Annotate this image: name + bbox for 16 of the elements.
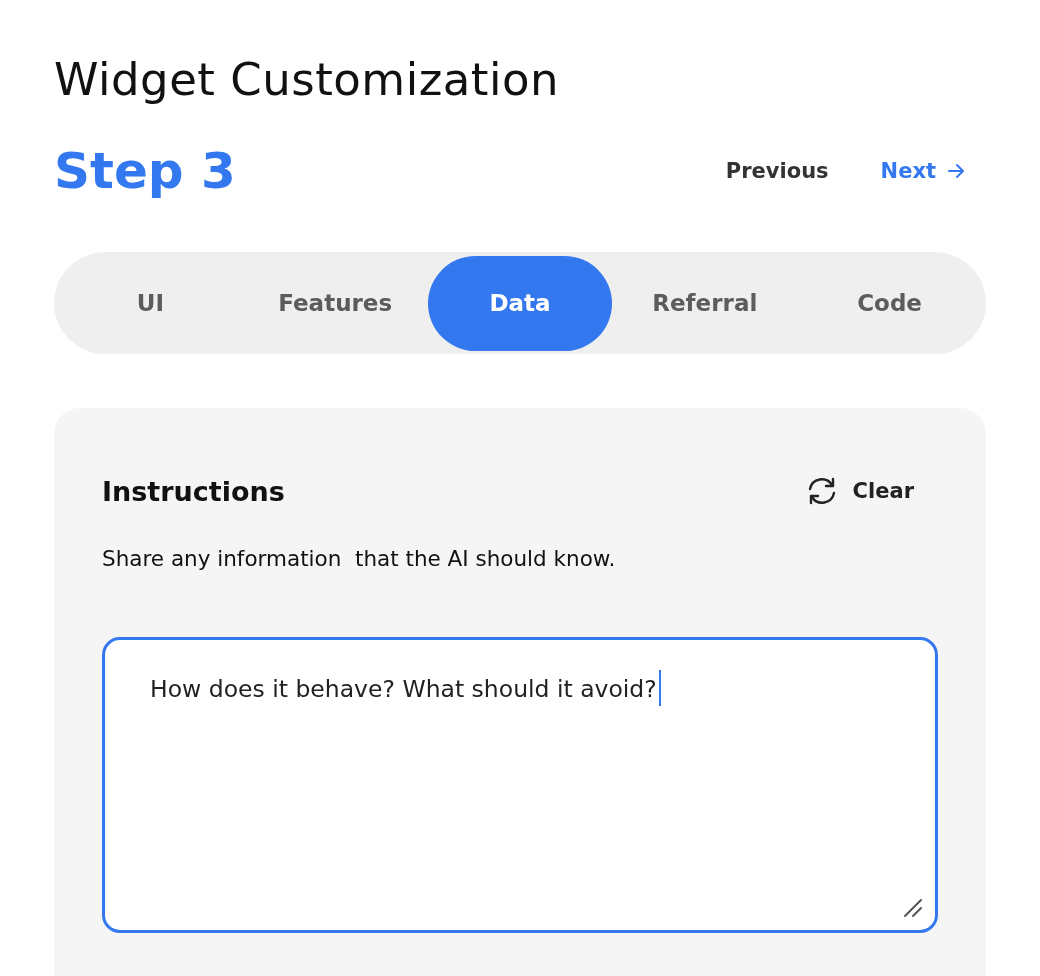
arrow-right-icon	[946, 161, 966, 181]
tab[interactable]: UI	[58, 255, 243, 351]
text-cursor	[658, 670, 661, 706]
section-heading: Instructions	[102, 475, 285, 507]
clear-button[interactable]: Clear	[804, 474, 914, 508]
step-label: Step 3	[54, 141, 236, 202]
page-title: Widget Customization	[54, 52, 561, 108]
tab[interactable]: Features	[242, 255, 428, 351]
tab[interactable]: Referral	[612, 255, 798, 351]
previous-link[interactable]: Previous	[725, 159, 829, 183]
resize-handle-icon	[901, 896, 923, 918]
tab[interactable]: Data	[427, 255, 613, 351]
input-field[interactable]: How does it behave? What should it avoid?	[102, 637, 938, 933]
next-link[interactable]: Next	[880, 159, 966, 183]
tab[interactable]: Code	[797, 255, 982, 351]
description-text: Share any information that the AI should know.	[102, 546, 617, 571]
